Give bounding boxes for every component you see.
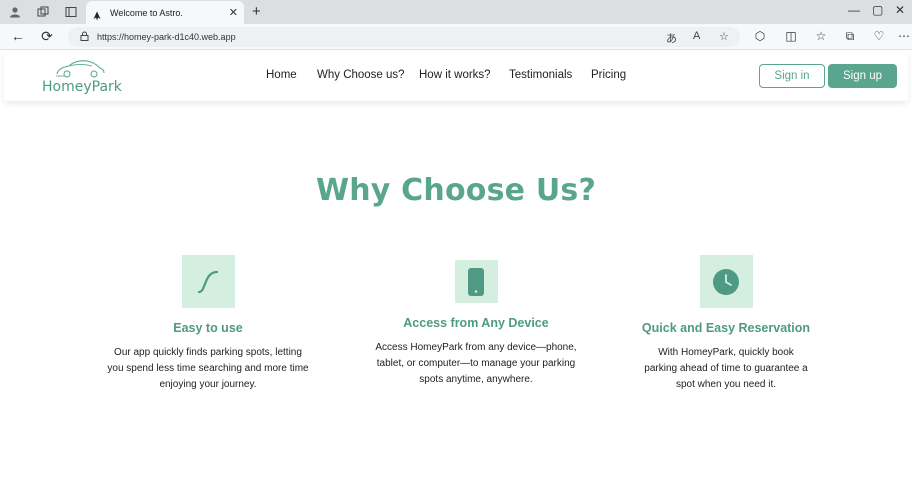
feature-icon-box <box>454 260 498 303</box>
feature-desc-line: With HomeyPark, quickly book <box>658 347 794 358</box>
url-text[interactable]: https://homey-park-d1c40.web.app <box>97 32 236 42</box>
extensions-icon[interactable]: ⬡ <box>752 29 768 43</box>
browser-essentials-icon[interactable]: ♡ <box>871 29 887 43</box>
lock-icon[interactable] <box>80 31 89 44</box>
feature-card-any-device: Access from Any Device Access HomeyPark … <box>356 255 596 388</box>
address-bar[interactable]: https://homey-park-d1c40.web.app あ A ☆ <box>68 27 740 47</box>
collections-icon[interactable]: ⧉ <box>842 29 858 44</box>
feature-desc-line: spot when you need it. <box>675 379 777 390</box>
feature-icon-box <box>181 255 235 308</box>
close-window-icon[interactable]: ✕ <box>895 3 905 17</box>
nav-testimonials[interactable]: Testimonials <box>509 69 572 81</box>
favorite-star-icon[interactable]: ☆ <box>719 30 729 43</box>
site-header: HomeyPark Home Why Choose us? How it wor… <box>4 51 908 101</box>
feature-title: Access from Any Device <box>403 316 549 330</box>
car-logo-icon <box>56 60 105 78</box>
clock-icon <box>713 268 739 295</box>
workspaces-icon[interactable] <box>36 5 50 19</box>
profile-icon[interactable] <box>8 5 22 19</box>
tab-strip: Welcome to Astro. ✕ + — ▢ ✕ <box>0 0 912 24</box>
nav-why-choose-us[interactable]: Why Choose us? <box>317 69 405 81</box>
refresh-icon[interactable]: ⟳ <box>38 28 56 45</box>
browser-toolbar: ← ⟳ https://homey-park-d1c40.web.app あ A… <box>0 24 912 50</box>
feature-description: Access HomeyPark from any device—phone, … <box>356 340 596 388</box>
tab-close-icon[interactable]: ✕ <box>229 6 238 19</box>
minimize-icon[interactable]: — <box>848 3 860 17</box>
page-content: HomeyPark Home Why Choose us? How it wor… <box>0 51 912 479</box>
tab-active[interactable]: Welcome to Astro. ✕ <box>86 1 244 24</box>
sign-up-button[interactable]: Sign up <box>828 64 897 88</box>
read-aloud-icon[interactable]: A <box>693 30 700 42</box>
maximize-icon[interactable]: ▢ <box>872 3 883 17</box>
tab-title: Welcome to Astro. <box>110 7 183 18</box>
translate-icon[interactable]: あ <box>666 30 677 46</box>
browser-window: Welcome to Astro. ✕ + — ▢ ✕ ← ⟳ https://… <box>0 0 912 479</box>
favorites-icon[interactable]: ☆ <box>813 29 829 43</box>
logo-text: HomeyPark <box>42 79 122 95</box>
back-icon[interactable]: ← <box>9 28 27 44</box>
feature-desc-line: enjoying your journey. <box>159 379 257 390</box>
feature-card-easy-to-use: Easy to use Our app quickly finds parkin… <box>88 255 328 393</box>
vertical-tabs-icon[interactable] <box>64 5 78 19</box>
astro-favicon-icon <box>92 8 102 20</box>
feature-desc-line: tablet, or computer—to manage your parki… <box>376 358 576 369</box>
nav-pricing[interactable]: Pricing <box>591 69 626 81</box>
feature-desc-line: Access HomeyPark from any device—phone, <box>375 342 577 353</box>
feature-desc-line: spots anytime, anywhere. <box>419 374 533 385</box>
split-screen-icon[interactable]: ◫ <box>783 29 799 43</box>
nav-how-it-works[interactable]: How it works? <box>419 69 491 81</box>
nav-home[interactable]: Home <box>266 69 297 81</box>
section-title: Why Choose Us? <box>315 173 597 208</box>
feature-desc-line: Our app quickly finds parking spots, let… <box>114 347 302 358</box>
new-tab-icon[interactable]: + <box>252 3 261 20</box>
curve-icon <box>197 270 219 293</box>
feature-desc-line: parking ahead of time to guarantee a <box>644 363 808 374</box>
sign-in-button[interactable]: Sign in <box>759 64 825 88</box>
more-menu-icon[interactable]: ⋯ <box>896 29 912 43</box>
feature-title: Easy to use <box>173 321 243 335</box>
feature-title: Quick and Easy Reservation <box>641 321 811 335</box>
feature-description: With HomeyPark, quickly book parking ahe… <box>606 345 846 393</box>
feature-description: Our app quickly finds parking spots, let… <box>88 345 328 393</box>
feature-desc-line: you spend less time searching and more t… <box>107 363 309 374</box>
feature-icon-box <box>699 255 753 308</box>
homeypark-logo[interactable]: HomeyPark <box>42 57 122 97</box>
feature-card-quick-reservation: Quick and Easy Reservation With HomeyPar… <box>606 255 846 393</box>
phone-icon <box>468 267 484 296</box>
